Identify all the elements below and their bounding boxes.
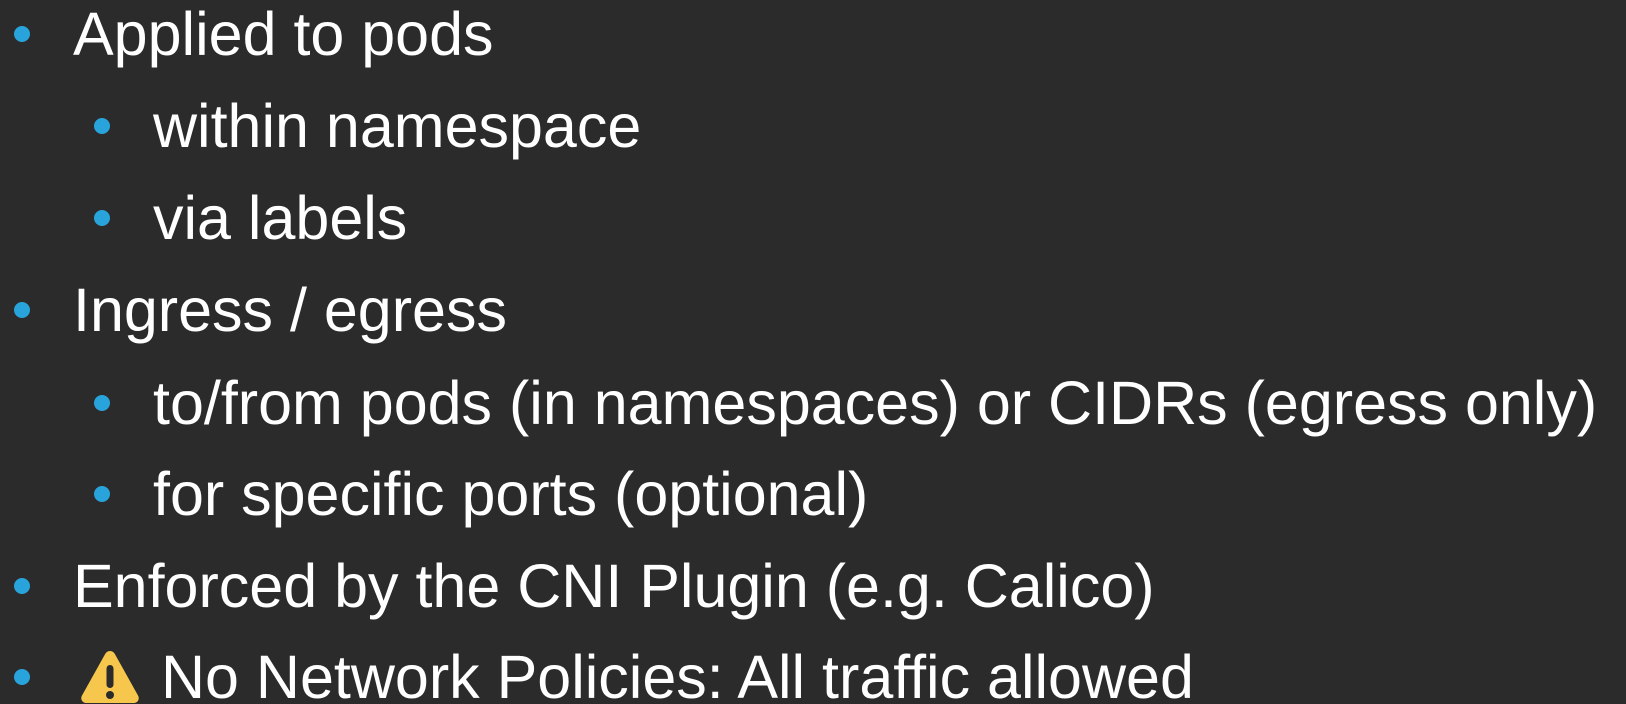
bullet-text: to/from pods (in namespaces) or CIDRs (e… — [153, 369, 1598, 437]
warning-line: No Network Policies: All traffic allowed — [73, 631, 1194, 704]
bullet-dot-icon — [14, 669, 30, 685]
bullet-dot-icon — [14, 26, 30, 42]
bullet-dot-icon — [94, 395, 110, 411]
bullet-dot-icon — [14, 578, 30, 594]
slide: Applied to pods within namespace via lab… — [0, 0, 1626, 704]
bullet-dot-icon — [94, 210, 110, 226]
bullet-dot-icon — [14, 302, 30, 318]
bullet-text: within namespace — [153, 92, 642, 160]
bullet-dot-icon — [94, 486, 110, 502]
bullet-text: for specific ports (optional) — [153, 460, 869, 528]
bullet-text: via labels — [153, 184, 408, 252]
bullet-text: Applied to pods — [73, 0, 494, 68]
bullet-text: Ingress / egress — [73, 276, 507, 344]
bullet-dot-icon — [94, 118, 110, 134]
warning-text: No Network Policies: All traffic allowed — [161, 643, 1194, 704]
bullet-text: Enforced by the CNI Plugin (e.g. Calico) — [73, 552, 1155, 620]
warning-icon — [81, 651, 139, 703]
